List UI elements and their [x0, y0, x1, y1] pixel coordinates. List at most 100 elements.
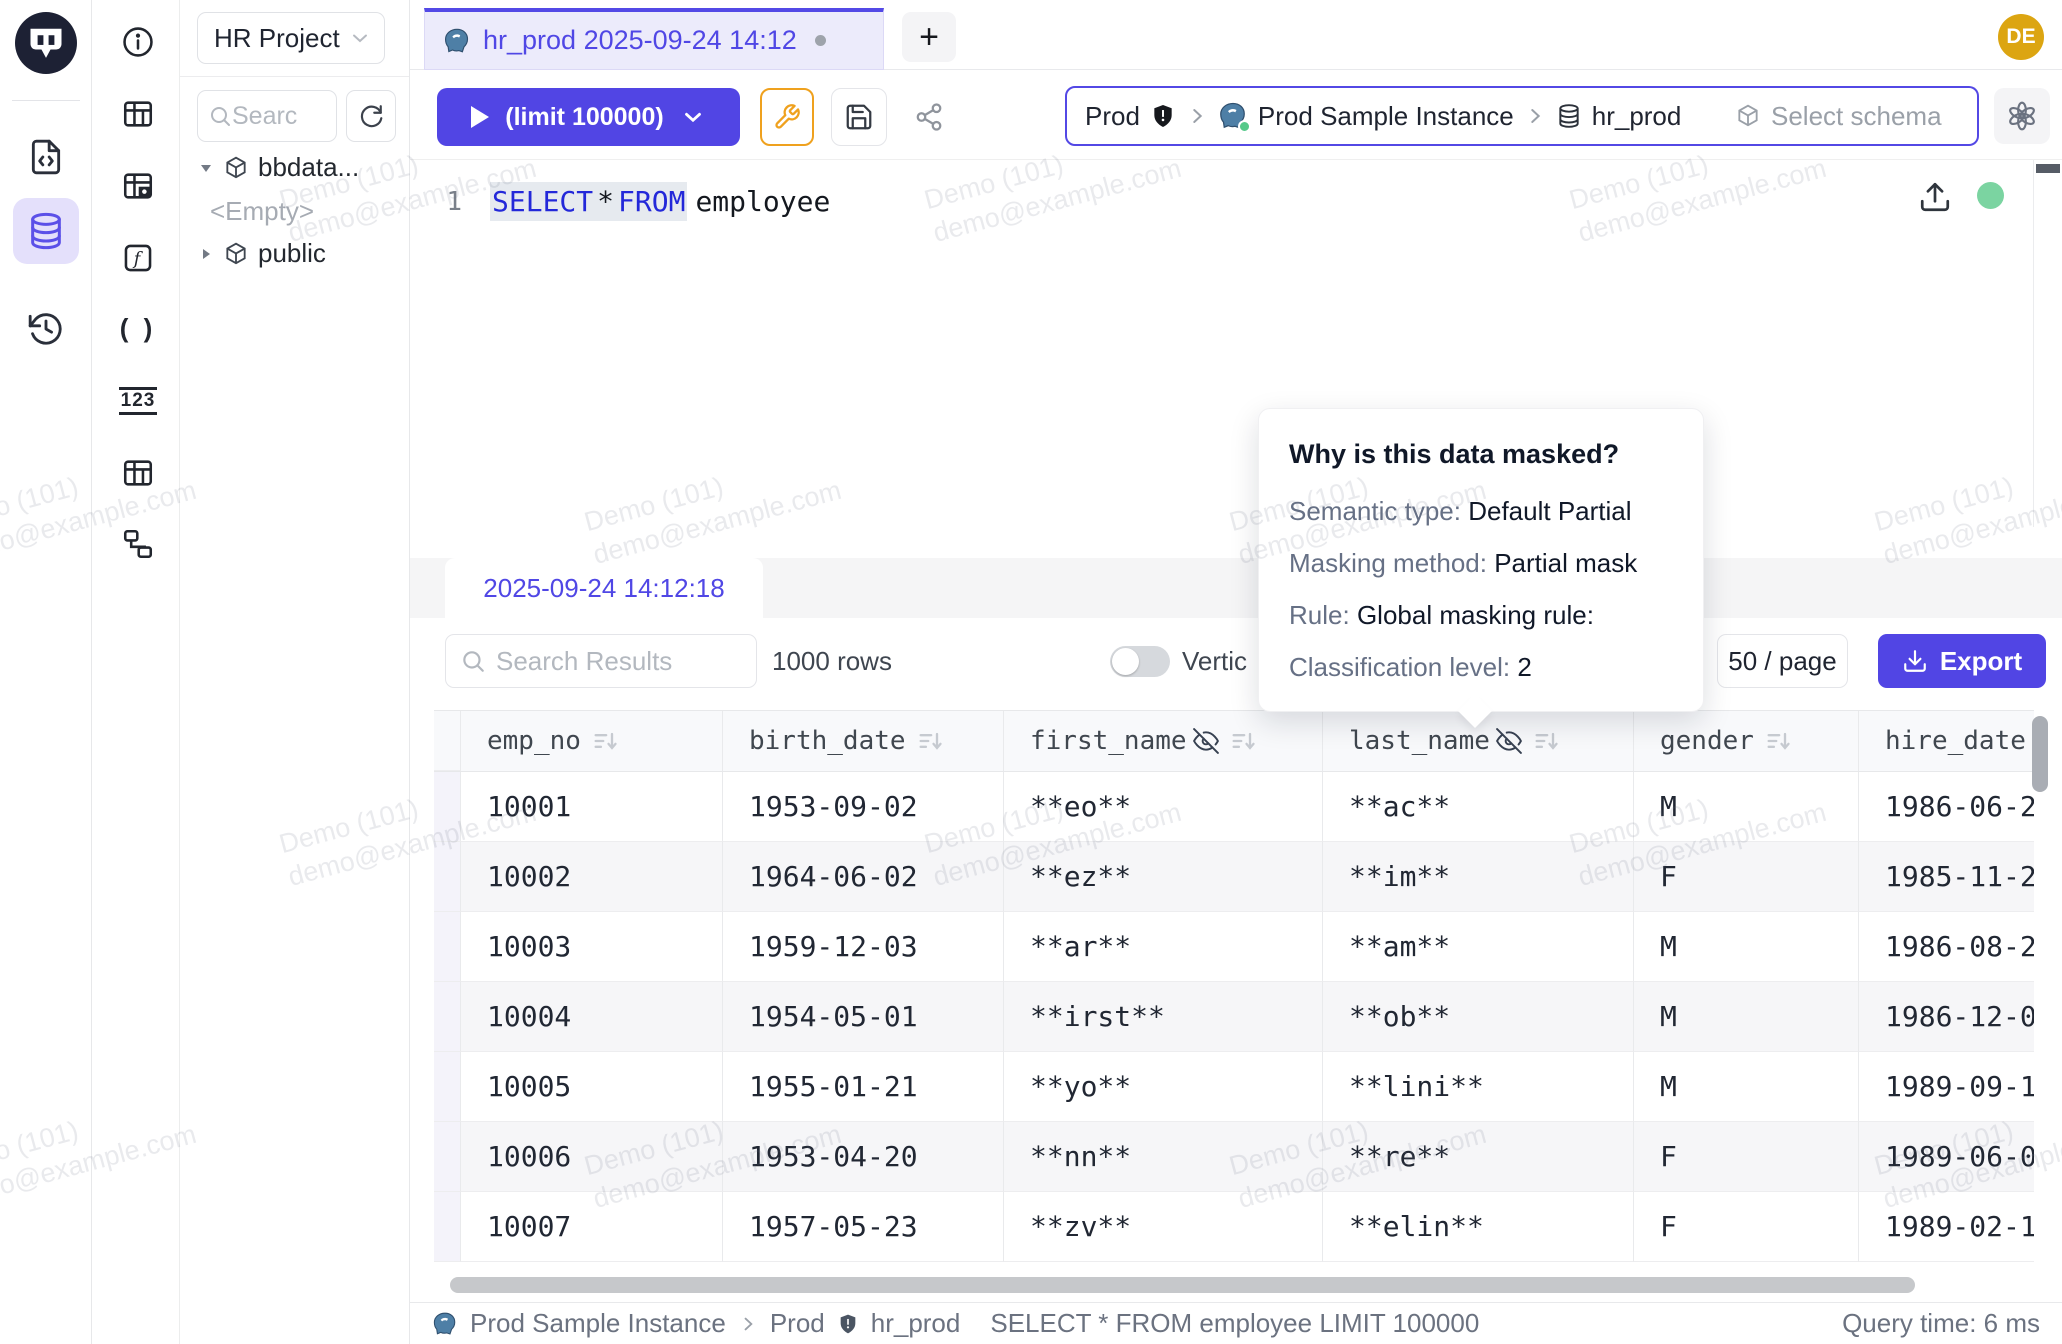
sequences-button[interactable]: 123	[116, 379, 160, 423]
run-query-button[interactable]: (limit 100000)	[437, 88, 740, 146]
row-gutter[interactable]	[434, 1122, 461, 1192]
row-gutter[interactable]	[434, 1192, 461, 1262]
table-cell[interactable]: 10001	[461, 772, 723, 842]
column-header-first-name[interactable]: first_name	[1004, 711, 1323, 771]
upload-icon[interactable]	[1918, 180, 1952, 214]
eye-off-icon[interactable]	[1193, 728, 1219, 754]
add-tab-button[interactable]: +	[902, 12, 956, 62]
table-cell[interactable]: 1985-11-2	[1859, 842, 2034, 912]
status-env[interactable]: Prod	[770, 1308, 825, 1339]
table-cell[interactable]: 10007	[461, 1192, 723, 1262]
column-header-birth-date[interactable]: birth_date	[723, 711, 1004, 771]
horizontal-scrollbar[interactable]	[450, 1277, 1915, 1293]
sort-icon[interactable]	[1764, 727, 1792, 755]
tree-search[interactable]	[197, 90, 337, 142]
column-header-emp-no[interactable]: emp_no	[461, 711, 723, 771]
table-cell[interactable]: 1989-02-1	[1859, 1192, 2034, 1262]
info-button[interactable]	[116, 20, 160, 64]
row-gutter[interactable]	[434, 912, 461, 982]
table-cell[interactable]: 1989-09-1	[1859, 1052, 2034, 1122]
project-selector[interactable]: HR Project	[197, 12, 385, 64]
status-database[interactable]: hr_prod	[871, 1308, 961, 1339]
result-tab-active[interactable]: 2025-09-24 14:12:18	[445, 558, 763, 618]
page-size-select[interactable]: 50 / page	[1717, 634, 1848, 688]
table-cell[interactable]: 1954-05-01	[723, 982, 1004, 1052]
table-cell[interactable]: F	[1634, 1122, 1859, 1192]
table-cell[interactable]: F	[1634, 842, 1859, 912]
column-header-hire-date[interactable]: hire_date	[1859, 711, 2034, 771]
functions-button[interactable]: f	[116, 236, 160, 280]
table-cell[interactable]: **ar**	[1004, 912, 1323, 982]
table-cell[interactable]: 10003	[461, 912, 723, 982]
share-sheet-button[interactable]	[902, 88, 956, 146]
schema-diagram-button[interactable]	[116, 522, 160, 566]
table-cell[interactable]: **re**	[1323, 1122, 1634, 1192]
tree-search-input[interactable]	[232, 102, 322, 131]
table-cell[interactable]: 10006	[461, 1122, 723, 1192]
format-sql-button[interactable]	[760, 88, 814, 146]
table-cell[interactable]: M	[1634, 1052, 1859, 1122]
sort-icon[interactable]	[916, 727, 944, 755]
table-cell[interactable]: F	[1634, 1192, 1859, 1262]
select-schema-dropdown[interactable]: Select schema	[1719, 86, 1979, 146]
table-cell[interactable]: **elin**	[1323, 1192, 1634, 1262]
row-gutter[interactable]	[434, 772, 461, 842]
tree-node-database[interactable]: bbdata...	[198, 152, 359, 183]
refresh-button[interactable]	[346, 90, 396, 142]
ai-assistant-button[interactable]	[1994, 88, 2050, 144]
table-cell[interactable]: M	[1634, 982, 1859, 1052]
sort-icon[interactable]	[591, 727, 619, 755]
table-cell[interactable]: **lini**	[1323, 1052, 1634, 1122]
external-tables-button[interactable]	[116, 164, 160, 208]
row-gutter[interactable]	[434, 842, 461, 912]
table-cell[interactable]: 10005	[461, 1052, 723, 1122]
table-cell[interactable]: M	[1634, 772, 1859, 842]
chevron-down-icon[interactable]	[680, 104, 706, 130]
column-header-gender[interactable]: gender	[1634, 711, 1859, 771]
table-cell[interactable]: 10004	[461, 982, 723, 1052]
result-search-input[interactable]	[496, 646, 736, 677]
tables-button[interactable]	[116, 92, 160, 136]
status-instance[interactable]: Prod Sample Instance	[470, 1308, 726, 1339]
table-cell[interactable]: 1959-12-03	[723, 912, 1004, 982]
rail-worksheet-button[interactable]	[13, 124, 79, 190]
table-cell[interactable]: 1986-08-2	[1859, 912, 2034, 982]
rail-history-button[interactable]	[13, 296, 79, 362]
procedures-button[interactable]: ( )	[116, 306, 160, 350]
table-cell[interactable]: 1964-06-02	[723, 842, 1004, 912]
table-cell[interactable]: M	[1634, 912, 1859, 982]
table-cell[interactable]: **ac**	[1323, 772, 1634, 842]
sort-icon[interactable]	[1532, 727, 1560, 755]
user-avatar[interactable]: DE	[1998, 14, 2044, 60]
result-search[interactable]	[445, 634, 757, 688]
rail-database-button[interactable]	[13, 198, 79, 264]
table-cell[interactable]: **eo**	[1004, 772, 1323, 842]
table-cell[interactable]: 10002	[461, 842, 723, 912]
table-cell[interactable]: **zv**	[1004, 1192, 1323, 1262]
table-cell[interactable]: **ob**	[1323, 982, 1634, 1052]
tree-node-schema[interactable]: public	[198, 238, 326, 269]
table-cell[interactable]: **nn**	[1004, 1122, 1323, 1192]
bytebase-logo[interactable]	[15, 12, 77, 74]
table-cell[interactable]: **im**	[1323, 842, 1634, 912]
row-gutter[interactable]	[434, 982, 461, 1052]
table-cell[interactable]: **irst**	[1004, 982, 1323, 1052]
views-button[interactable]	[116, 451, 160, 495]
table-cell[interactable]: **yo**	[1004, 1052, 1323, 1122]
table-cell[interactable]: 1955-01-21	[723, 1052, 1004, 1122]
eye-off-icon[interactable]	[1496, 728, 1522, 754]
table-cell[interactable]: 1957-05-23	[723, 1192, 1004, 1262]
export-button[interactable]: Export	[1878, 634, 2046, 688]
table-cell[interactable]: **am**	[1323, 912, 1634, 982]
table-cell[interactable]: **ez**	[1004, 842, 1323, 912]
row-gutter[interactable]	[434, 1052, 461, 1122]
table-cell[interactable]: 1953-09-02	[723, 772, 1004, 842]
sql-editor[interactable]: 1 SELECT * FROM employee	[410, 160, 2062, 527]
vertical-mode-toggle[interactable]	[1110, 646, 1170, 677]
table-cell[interactable]: 1953-04-20	[723, 1122, 1004, 1192]
sheet-tab-active[interactable]: hr_prod 2025-09-24 14:12	[424, 8, 884, 70]
vertical-scrollbar[interactable]	[2032, 716, 2048, 792]
sort-icon[interactable]	[1229, 727, 1257, 755]
connection-breadcrumb[interactable]: Prod Prod Sample Instance hr_prod	[1065, 86, 1721, 146]
table-cell[interactable]: 1986-06-2	[1859, 772, 2034, 842]
